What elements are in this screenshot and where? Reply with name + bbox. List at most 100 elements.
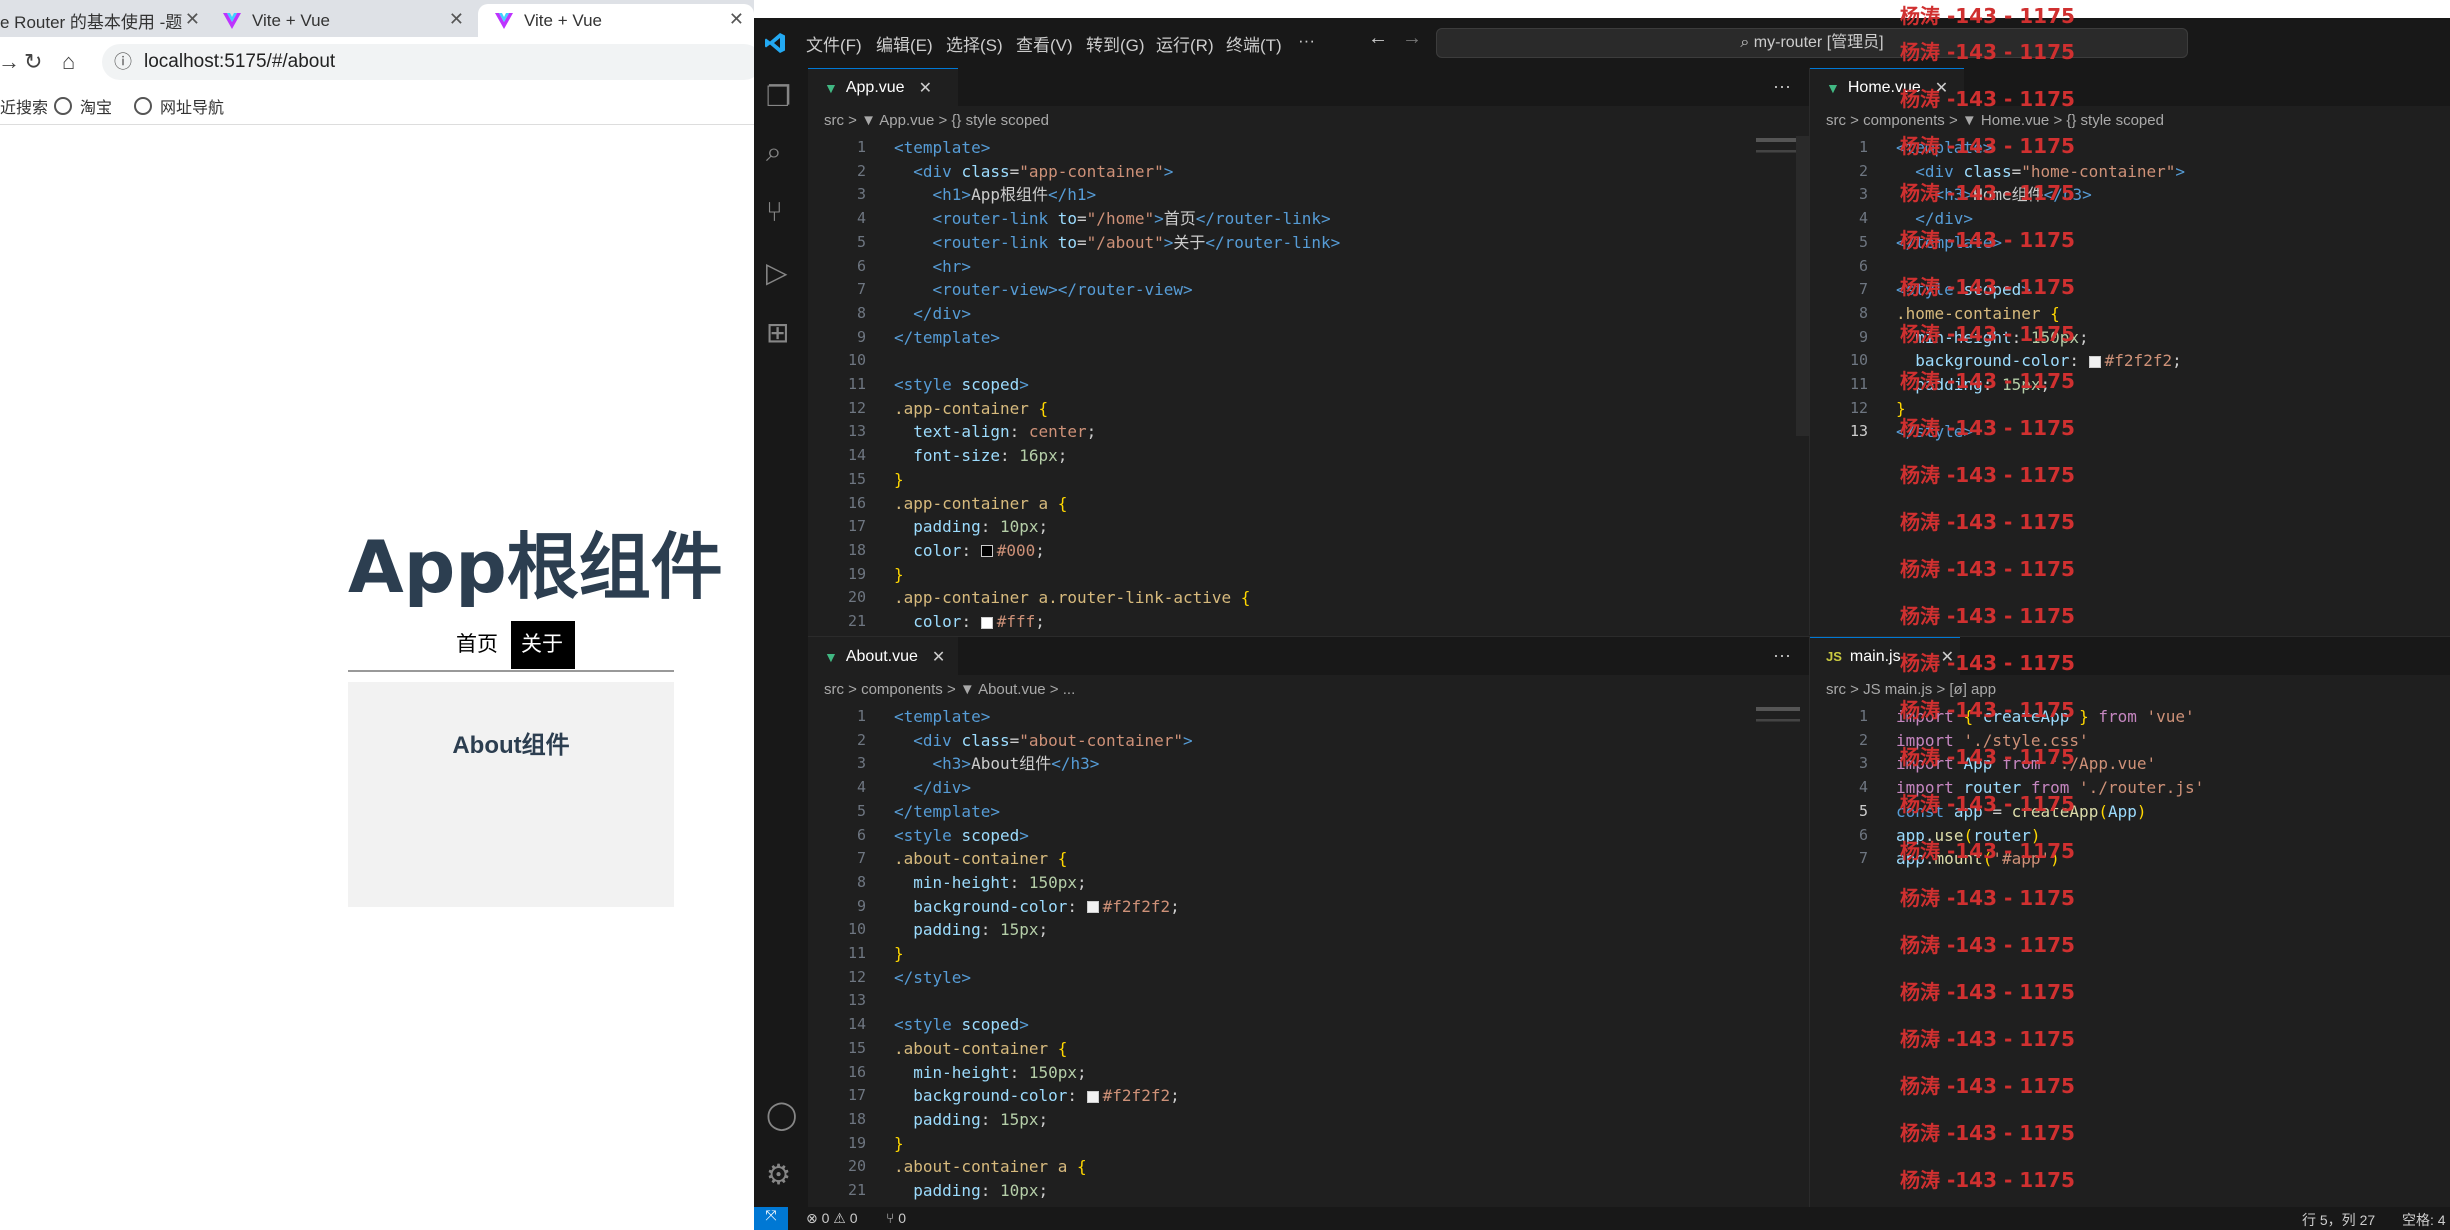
watermark: 杨涛 -143 - 1175 [1900, 228, 2075, 252]
browser-tab-2[interactable]: Vite + Vue ✕ [212, 4, 474, 37]
back-icon[interactable]: ← [1368, 27, 1388, 50]
close-icon[interactable]: ✕ [729, 9, 744, 30]
more-actions-icon[interactable]: ··· [1773, 645, 1791, 666]
menu-file[interactable]: 文件(F) [806, 31, 862, 56]
about-heading: About组件 [452, 732, 570, 759]
tab-title: e Router 的基本使用 -题 [0, 13, 183, 32]
editor-tabs: ▼ App.vue ✕ ··· [808, 68, 1809, 106]
watermark: 杨涛 -143 - 1175 [1900, 980, 2075, 1004]
divider [348, 670, 674, 672]
minimap[interactable] [1756, 707, 1800, 747]
watermark: 杨涛 -143 - 1175 [1900, 322, 2075, 346]
extensions-icon[interactable]: ⊞ [766, 316, 789, 349]
globe-icon [54, 97, 72, 115]
forward-icon[interactable]: → [0, 49, 20, 75]
close-icon[interactable]: ✕ [185, 9, 200, 30]
reload-icon[interactable]: ↻ [24, 49, 42, 75]
address-bar[interactable]: ⓘ localhost:5175/#/about [102, 44, 754, 80]
editor-tabs: ▼ About.vue ✕ ··· [808, 637, 1809, 675]
problems-status[interactable]: ⊗ 0 ⚠ 0 [806, 1210, 858, 1227]
tab-title: Vite + Vue [524, 10, 602, 30]
watermark: 杨涛 -143 - 1175 [1900, 557, 2075, 581]
source-control-icon[interactable]: ⑂ [766, 196, 783, 228]
editor-about-vue: ▼ About.vue ✕ ··· src > components > ▼ Abou… [808, 636, 1810, 1207]
title-bar: 文件(F) 编辑(E) 选择(S) 查看(V) 转到(G) 运行(R) 终端(T… [754, 18, 2450, 68]
forward-icon[interactable]: → [1402, 27, 1422, 50]
watermark: 杨涛 -143 - 1175 [1900, 1027, 2075, 1051]
browser-tab-1[interactable]: e Router 的基本使用 -题 ✕ [0, 4, 210, 37]
vue-file-icon: ▼ [1826, 79, 1840, 96]
browser-window: e Router 的基本使用 -题 ✕ Vite + Vue ✕ Vite + Vu… [0, 0, 754, 1230]
watermark: 杨涛 -143 - 1175 [1900, 275, 2075, 299]
files-icon[interactable]: ❐ [766, 80, 791, 113]
about-container: About组件 [348, 682, 674, 907]
more-actions-icon[interactable]: ··· [1773, 76, 1791, 97]
vscode-logo-icon [765, 33, 785, 53]
menu-run[interactable]: 运行(R) [1156, 31, 1214, 56]
menu-selection[interactable]: 选择(S) [946, 31, 1003, 56]
page-viewport [0, 125, 754, 1230]
url-text: localhost:5175/#/about [144, 51, 336, 72]
breadcrumb[interactable]: src > components > ▼ About.vue > ... [824, 681, 1075, 698]
router-link-home[interactable]: 首页 [446, 621, 508, 669]
watermark: 杨涛 -143 - 1175 [1900, 369, 2075, 393]
tab-title: Vite + Vue [252, 10, 330, 30]
bookmark-label: 近搜索 [0, 100, 49, 117]
activity-bar: ❐ ⌕ ⑂ ▷ ⊞ ◯ ⚙ [754, 68, 808, 1208]
watermark: 杨涛 -143 - 1175 [1900, 1121, 2075, 1145]
vue-logo-icon [495, 12, 513, 29]
watermark: 杨涛 -143 - 1175 [1900, 4, 2075, 28]
minimap[interactable] [1756, 138, 1800, 178]
home-icon[interactable]: ⌂ [62, 49, 75, 75]
close-icon[interactable]: ✕ [449, 9, 464, 30]
menu-edit[interactable]: 编辑(E) [876, 31, 933, 56]
bookmark-item[interactable]: 近搜索 [0, 94, 48, 118]
close-icon[interactable]: ✕ [919, 78, 932, 98]
vscode-window: 文件(F) 编辑(E) 选择(S) 查看(V) 转到(G) 运行(R) 终端(T… [754, 0, 2450, 1230]
cursor-position[interactable]: 行 5，列 27 [2302, 1210, 2375, 1230]
browser-tab-bar: e Router 的基本使用 -题 ✕ Vite + Vue ✕ Vite + Vu… [0, 0, 754, 37]
editor-app-vue: ▼ App.vue ✕ ··· src > ▼ App.vue > {} style … [808, 68, 1810, 635]
tab-about-vue[interactable]: ▼ About.vue ✕ [808, 637, 958, 675]
tab-label: main.js [1849, 647, 1901, 665]
menu-terminal[interactable]: 终端(T) [1226, 31, 1282, 56]
watermark: 杨涛 -143 - 1175 [1900, 1168, 2075, 1192]
browser-tab-3[interactable]: Vite + Vue ✕ [478, 4, 754, 37]
search-icon: ⌕ [1740, 34, 1754, 51]
tab-app-vue[interactable]: ▼ App.vue ✕ [808, 68, 958, 106]
bookmark-label: 网址导航 [160, 100, 225, 117]
menu-more[interactable]: ··· [1298, 31, 1315, 51]
scrollbar[interactable] [1796, 136, 1809, 436]
search-icon[interactable]: ⌕ [766, 136, 782, 169]
globe-icon [134, 97, 152, 115]
settings-icon[interactable]: ⚙ [766, 1158, 791, 1191]
vue-file-icon: ▼ [824, 79, 838, 96]
command-center-search[interactable]: ⌕ my-router [管理员] [1436, 28, 2188, 58]
watermark: 杨涛 -143 - 1175 [1900, 1074, 2075, 1098]
info-icon: ⓘ [114, 52, 132, 72]
watermark: 杨涛 -143 - 1175 [1900, 651, 2075, 675]
indentation-status[interactable]: 空格: 4 [2402, 1210, 2446, 1230]
status-bar: ⤧ ⊗ 0 ⚠ 0 ⑂ 0 行 5，列 27 空格: 4 [754, 1207, 2450, 1230]
menu-view[interactable]: 查看(V) [1016, 31, 1073, 56]
bookmark-item[interactable]: 淘宝 [54, 94, 112, 118]
watermark: 杨涛 -143 - 1175 [1900, 134, 2075, 158]
bookmarks-bar: 近搜索 淘宝 网址导航 [0, 87, 754, 125]
router-link-about[interactable]: 关于 [511, 621, 575, 669]
menu-go[interactable]: 转到(G) [1086, 31, 1145, 56]
remote-icon[interactable]: ⤧ [754, 1207, 788, 1230]
js-file-icon: JS [1826, 649, 1842, 664]
breadcrumb[interactable]: src > ▼ App.vue > {} style scoped [824, 112, 1049, 129]
window-strip [754, 0, 2450, 18]
watermark: 杨涛 -143 - 1175 [1900, 463, 2075, 487]
run-debug-icon[interactable]: ▷ [766, 256, 788, 289]
bookmark-item[interactable]: 网址导航 [134, 94, 224, 118]
ports-status[interactable]: ⑂ 0 [886, 1210, 906, 1226]
watermark: 杨涛 -143 - 1175 [1900, 792, 2075, 816]
account-icon[interactable]: ◯ [766, 1098, 797, 1131]
close-icon[interactable]: ✕ [932, 647, 945, 667]
watermark: 杨涛 -143 - 1175 [1900, 933, 2075, 957]
tab-label: About.vue [845, 647, 918, 665]
breadcrumb[interactable]: src > components > ▼ Home.vue > {} style… [1826, 112, 2164, 129]
watermark: 杨涛 -143 - 1175 [1900, 40, 2075, 64]
